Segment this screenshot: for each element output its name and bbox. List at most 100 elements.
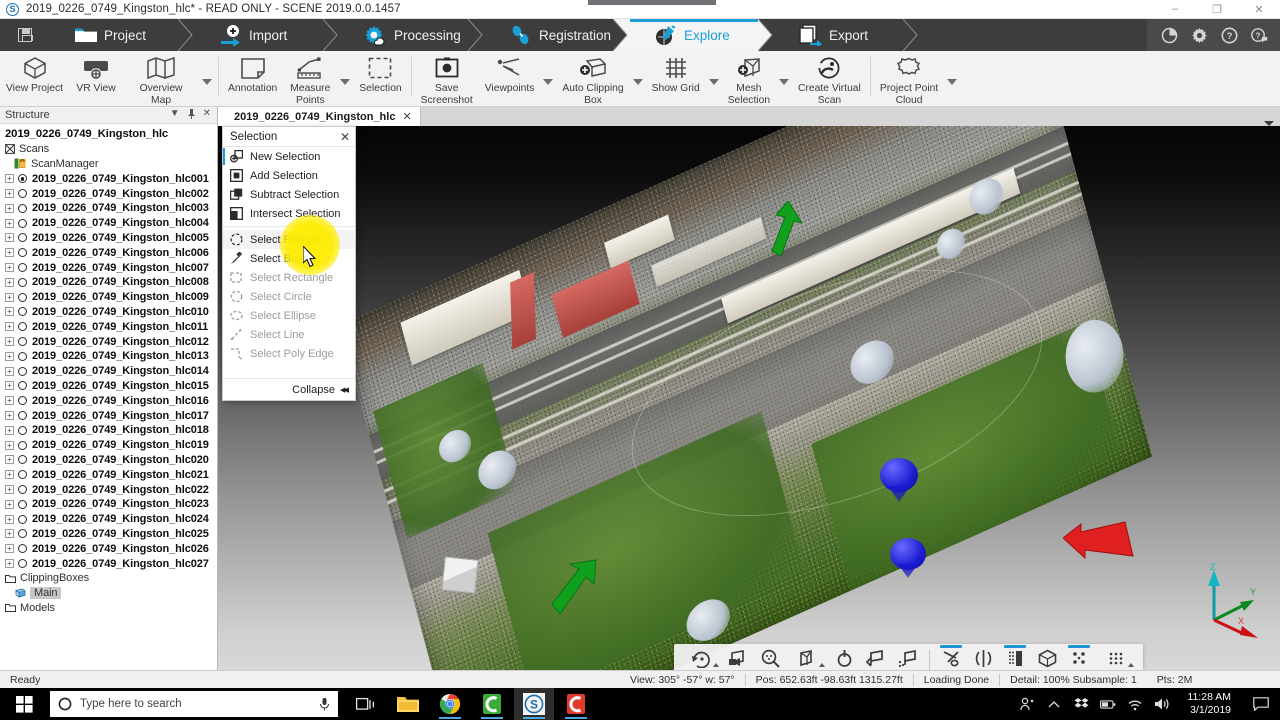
tree-expander[interactable]: + <box>5 277 14 287</box>
structure-tree[interactable]: 2019_0226_0749_Kingston_hlc Scans ScanMana… <box>0 124 217 671</box>
scan-radio[interactable] <box>18 411 27 421</box>
scan-radio[interactable] <box>18 381 27 391</box>
tree-expander[interactable]: + <box>5 455 14 465</box>
tree-item-scan-025[interactable]: +2019_0226_0749_Kingston_hlc025 <box>0 527 217 542</box>
tree-expander[interactable]: + <box>5 292 14 302</box>
search-input[interactable]: Type here to search <box>50 691 338 717</box>
action-center-icon[interactable] <box>1248 697 1274 711</box>
tree-item-scan-027[interactable]: +2019_0226_0749_Kingston_hlc027 <box>0 556 217 571</box>
tree-expander[interactable]: + <box>5 499 14 509</box>
scan-radio[interactable] <box>18 470 27 480</box>
dropbox-icon[interactable] <box>1073 696 1089 712</box>
selection-item-select-polygon[interactable]: Select Polygon <box>223 230 355 249</box>
toolbar-dropdown-caret[interactable] <box>540 51 556 107</box>
scan-radio[interactable] <box>18 351 27 361</box>
toolbar-button-show-grid[interactable]: Show Grid <box>646 51 706 95</box>
toolbar-button-annotation[interactable]: Annotation <box>222 51 283 95</box>
tree-item-scan-009[interactable]: +2019_0226_0749_Kingston_hlc009 <box>0 290 217 305</box>
tree-item-scan-024[interactable]: +2019_0226_0749_Kingston_hlc024 <box>0 512 217 527</box>
scan-radio[interactable] <box>18 263 27 273</box>
scan-radio[interactable] <box>18 248 27 258</box>
tree-expander[interactable]: + <box>5 485 14 495</box>
toolbar-dropdown-caret[interactable] <box>199 51 215 107</box>
tree-item-scan-008[interactable]: +2019_0226_0749_Kingston_hlc008 <box>0 275 217 290</box>
ribbon-tab-processing[interactable]: Processing <box>340 18 486 52</box>
panel-menu-caret[interactable]: ▼ <box>170 108 180 122</box>
taskbar-task-view-icon[interactable] <box>346 688 386 720</box>
scan-radio[interactable] <box>18 277 27 287</box>
tree-item-scan-017[interactable]: +2019_0226_0749_Kingston_hlc017 <box>0 408 217 423</box>
help-chat-icon[interactable]: ? <box>1251 27 1268 44</box>
tree-expander[interactable]: + <box>5 189 14 199</box>
tree-item-scan-011[interactable]: +2019_0226_0749_Kingston_hlc011 <box>0 319 217 334</box>
tree-expander[interactable]: + <box>5 529 14 539</box>
tree-item-scan-020[interactable]: +2019_0226_0749_Kingston_hlc020 <box>0 453 217 468</box>
toolbar-button-selection[interactable]: Selection <box>353 51 407 95</box>
tree-item-scan-001[interactable]: +2019_0226_0749_Kingston_hlc001 <box>0 171 217 186</box>
toolbar-button-view-project[interactable]: View Project <box>0 51 69 95</box>
clipping-arrow-red[interactable] <box>1062 516 1138 573</box>
tree-item-scan-015[interactable]: +2019_0226_0749_Kingston_hlc015 <box>0 379 217 394</box>
gear-icon[interactable] <box>1191 27 1208 44</box>
toolbar-dropdown-caret[interactable] <box>776 51 792 107</box>
scan-radio[interactable] <box>18 440 27 450</box>
ribbon-tab-explore[interactable]: Explore <box>630 18 776 52</box>
scan-radio[interactable] <box>18 396 27 406</box>
tree-item-scan-018[interactable]: +2019_0226_0749_Kingston_hlc018 <box>0 423 217 438</box>
tree-item-scan-010[interactable]: +2019_0226_0749_Kingston_hlc010 <box>0 305 217 320</box>
tree-expander[interactable]: + <box>5 514 14 524</box>
taskbar-red-app-icon[interactable] <box>556 688 596 720</box>
ribbon-tab-project[interactable]: Project <box>50 18 196 52</box>
toolbar-dropdown-caret[interactable] <box>706 51 722 107</box>
toolbar-button-mesh-selection[interactable]: Mesh Selection <box>722 51 776 106</box>
people-icon[interactable] <box>1019 696 1035 712</box>
minimize-button[interactable]: – <box>1154 0 1196 19</box>
scan-radio[interactable] <box>18 529 27 539</box>
selection-panel-close-icon[interactable]: ✕ <box>340 131 350 143</box>
scan-radio[interactable] <box>18 337 27 347</box>
3d-viewport[interactable]: Z Y X <box>218 126 1280 686</box>
toolbar-button-project-point-cloud[interactable]: Project Point Cloud <box>874 51 944 106</box>
toolbar-button-auto-clipping-box[interactable]: Auto Clipping Box <box>556 51 629 106</box>
tree-group-models[interactable]: Models <box>0 601 217 616</box>
tree-item-scan-007[interactable]: +2019_0226_0749_Kingston_hlc007 <box>0 260 217 275</box>
ribbon-tab-import[interactable]: Import <box>195 18 341 52</box>
tree-expander[interactable]: + <box>5 544 14 554</box>
taskbar-clock[interactable]: 11:28 AM 3/1/2019 <box>1181 691 1237 717</box>
tree-expander[interactable]: + <box>5 396 14 406</box>
clipping-arrow-green-top[interactable] <box>758 200 808 271</box>
tree-item-scan-manager[interactable]: ScanManager <box>0 157 217 172</box>
tree-group-scans[interactable]: Scans <box>0 142 217 157</box>
quick-save-button[interactable] <box>0 19 50 51</box>
maximize-button[interactable]: ❐ <box>1196 0 1238 19</box>
tree-item-scan-026[interactable]: +2019_0226_0749_Kingston_hlc026 <box>0 541 217 556</box>
toolbar-button-measure-points[interactable]: Measure Points <box>283 51 337 106</box>
scan-radio[interactable] <box>18 455 27 465</box>
tree-item-scan-002[interactable]: +2019_0226_0749_Kingston_hlc002 <box>0 186 217 201</box>
scan-radio[interactable] <box>18 366 27 376</box>
pie-progress-icon[interactable] <box>1161 27 1178 44</box>
scan-radio[interactable] <box>18 203 27 213</box>
taskbar-green-app-icon[interactable] <box>472 688 512 720</box>
tree-expander[interactable]: + <box>5 411 14 421</box>
selection-item-select-brush[interactable]: Select Brush <box>223 249 355 268</box>
panel-pin-icon[interactable] <box>187 108 196 122</box>
tree-item-scan-006[interactable]: +2019_0226_0749_Kingston_hlc006 <box>0 245 217 260</box>
tree-expander[interactable]: + <box>5 351 14 361</box>
tree-item-scan-003[interactable]: +2019_0226_0749_Kingston_hlc003 <box>0 201 217 216</box>
tree-expander[interactable]: + <box>5 381 14 391</box>
tree-expander[interactable]: + <box>5 203 14 213</box>
toolbar-dropdown-caret[interactable] <box>630 51 646 107</box>
scan-radio[interactable] <box>18 322 27 332</box>
taskbar-file-explorer-icon[interactable] <box>388 688 428 720</box>
selection-item-subtract-selection[interactable]: Subtract Selection <box>223 185 355 204</box>
tree-expander[interactable]: + <box>5 218 14 228</box>
tree-expander[interactable]: + <box>5 366 14 376</box>
wifi-icon[interactable] <box>1127 696 1143 712</box>
taskbar-scene-app-icon[interactable]: S <box>514 688 554 720</box>
tree-item-scan-021[interactable]: +2019_0226_0749_Kingston_hlc021 <box>0 467 217 482</box>
scan-radio[interactable] <box>18 174 27 184</box>
tree-expander[interactable]: + <box>5 248 14 258</box>
taskbar-chrome-icon[interactable] <box>430 688 470 720</box>
tree-item-scan-022[interactable]: +2019_0226_0749_Kingston_hlc022 <box>0 482 217 497</box>
